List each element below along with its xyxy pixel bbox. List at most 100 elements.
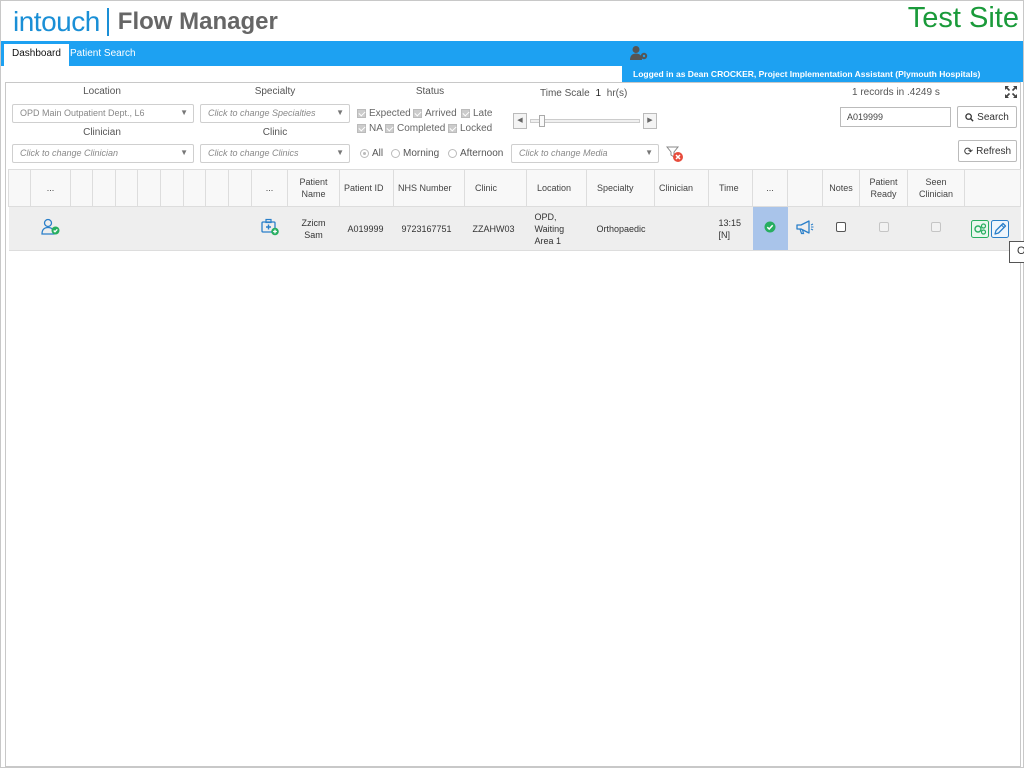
session-afternoon-radio[interactable]: Afternoon — [448, 148, 503, 159]
status-expected-checkbox[interactable]: Expected — [357, 108, 411, 119]
checkbox-box — [357, 124, 366, 133]
fullscreen-icon[interactable] — [1004, 85, 1018, 99]
refresh-button[interactable]: ⟳ Refresh — [958, 140, 1017, 162]
radio-dot — [448, 149, 457, 158]
specialty-select-placeholder: Click to change Specialties — [208, 108, 316, 118]
column-header-location[interactable]: Location — [526, 169, 587, 207]
column-header-patient-ready[interactable]: Patient Ready — [859, 169, 908, 207]
status-completed-checkbox[interactable]: Completed — [385, 123, 445, 134]
megaphone-icon[interactable] — [795, 219, 815, 235]
patient-search-input[interactable] — [840, 107, 951, 127]
column-header — [8, 169, 31, 207]
column-header-clinician[interactable]: Clinician — [654, 169, 709, 207]
patient-table: ... ... Patient Name Patient ID NHS Numb… — [8, 169, 1021, 251]
user-settings-icon[interactable] — [629, 45, 649, 61]
column-header — [160, 169, 184, 207]
cell-location: OPD, Waiting Area 1 — [526, 206, 587, 251]
table-cell — [160, 206, 184, 251]
status-option-label: Locked — [460, 123, 493, 134]
status-arrived-checkbox[interactable]: Arrived — [413, 108, 457, 119]
nav-bar: Dashboard Patient Search — [1, 41, 1023, 66]
checkbox-box — [461, 109, 470, 118]
clinician-select[interactable]: Click to change Clinician ▼ — [12, 144, 194, 163]
logged-in-banner: Logged in as Dean CROCKER, Project Imple… — [622, 66, 1023, 82]
slider-left-arrow-icon[interactable]: ◀ — [513, 113, 527, 129]
cell-clinician — [654, 206, 709, 251]
specialty-select[interactable]: Click to change Specialties ▼ — [200, 104, 350, 123]
edit-pencil-icon[interactable] — [991, 219, 1010, 238]
slider-right-arrow-icon[interactable]: ▶ — [643, 113, 657, 129]
status-label: Status — [415, 86, 445, 97]
time-scale-slider[interactable]: ◀ ▶ — [513, 113, 657, 129]
column-header-status[interactable]: ... — [752, 169, 788, 207]
column-header — [228, 169, 252, 207]
column-header-nhs-number[interactable]: NHS Number — [393, 169, 465, 207]
clear-filter-icon[interactable] — [666, 145, 684, 163]
column-header-actions-2[interactable]: ... — [251, 169, 288, 207]
column-header-notes[interactable]: Notes — [822, 169, 860, 207]
table-cell — [251, 206, 288, 251]
status-na-checkbox[interactable]: NA — [357, 123, 383, 134]
column-header-actions[interactable]: ... — [30, 169, 71, 207]
cell-patient-ready — [859, 206, 908, 251]
app-logo: intouch Flow Manager — [13, 5, 278, 39]
radio-dot — [391, 149, 400, 158]
tab-dashboard[interactable]: Dashboard — [4, 44, 69, 66]
column-header-seen-clinician[interactable]: Seen Clinician — [907, 169, 965, 207]
session-option-label: All — [372, 148, 384, 159]
refresh-button-label: Refresh — [976, 145, 1012, 157]
cell-patient-id: A019999 — [339, 206, 394, 251]
time-scale-value: 1 — [595, 88, 601, 99]
patient-ready-checkbox — [878, 222, 889, 232]
patient-arrived-icon[interactable] — [40, 218, 61, 236]
column-header — [205, 169, 229, 207]
logo-intouch: intouch — [13, 6, 100, 37]
clinician-select-placeholder: Click to change Clinician — [20, 148, 119, 158]
column-header — [92, 169, 116, 207]
location-select[interactable]: OPD Main Outpatient Dept., L6 ▼ — [12, 104, 194, 123]
column-header-time[interactable]: Time — [708, 169, 753, 207]
slider-track[interactable] — [530, 119, 640, 123]
column-header-clinic[interactable]: Clinic — [464, 169, 527, 207]
tab-patient-search[interactable]: Patient Search — [62, 44, 144, 66]
tooltip: O — [1009, 241, 1024, 263]
column-header-specialty[interactable]: Specialty — [586, 169, 655, 207]
cell-nhs-number: 9723167751 — [393, 206, 465, 251]
table-cell — [70, 206, 93, 251]
notes-checkbox[interactable] — [836, 222, 846, 232]
status-locked-checkbox[interactable]: Locked — [448, 123, 492, 134]
cell-seen-clinician — [907, 206, 965, 251]
column-header-patient-name[interactable]: Patient Name — [287, 169, 340, 207]
cell-specialty: Orthopaedic — [586, 206, 655, 251]
clinic-select[interactable]: Click to change Clinics ▼ — [200, 144, 350, 163]
time-scale-unit: hr(s) — [606, 88, 628, 99]
column-header — [183, 169, 206, 207]
media-select[interactable]: Click to change Media ▼ — [511, 144, 659, 163]
session-morning-radio[interactable]: Morning — [391, 148, 439, 159]
media-select-placeholder: Click to change Media — [519, 148, 608, 158]
search-button[interactable]: Search — [957, 106, 1017, 128]
chevron-down-icon: ▼ — [180, 148, 188, 157]
session-all-radio[interactable]: All — [360, 148, 383, 159]
medical-case-add-icon[interactable] — [260, 218, 280, 236]
status-complete-check-icon[interactable] — [764, 221, 776, 233]
slider-thumb[interactable] — [539, 115, 545, 127]
settings-icon[interactable] — [970, 219, 989, 238]
column-header-patient-id[interactable]: Patient ID — [339, 169, 394, 207]
checkbox-box — [448, 124, 457, 133]
chevron-down-icon: ▼ — [645, 148, 653, 157]
location-select-value: OPD Main Outpatient Dept., L6 — [20, 108, 145, 118]
records-count: 1 records in .4249 s — [852, 87, 940, 98]
status-option-label: NA — [369, 123, 383, 134]
table-cell — [92, 206, 116, 251]
table-cell — [228, 206, 252, 251]
session-option-label: Afternoon — [460, 148, 504, 159]
table-row[interactable]: Zzicm Sam A019999 9723167751 ZZAHW03 OPD… — [8, 206, 1021, 251]
column-header — [115, 169, 138, 207]
status-late-checkbox[interactable]: Late — [461, 108, 492, 119]
search-button-label: Search — [977, 111, 1009, 123]
status-option-label: Late — [473, 108, 493, 119]
cell-patient-name: Zzicm Sam — [287, 206, 340, 251]
table-header-row: ... ... Patient Name Patient ID NHS Numb… — [8, 169, 1021, 207]
chevron-down-icon: ▼ — [180, 108, 188, 117]
